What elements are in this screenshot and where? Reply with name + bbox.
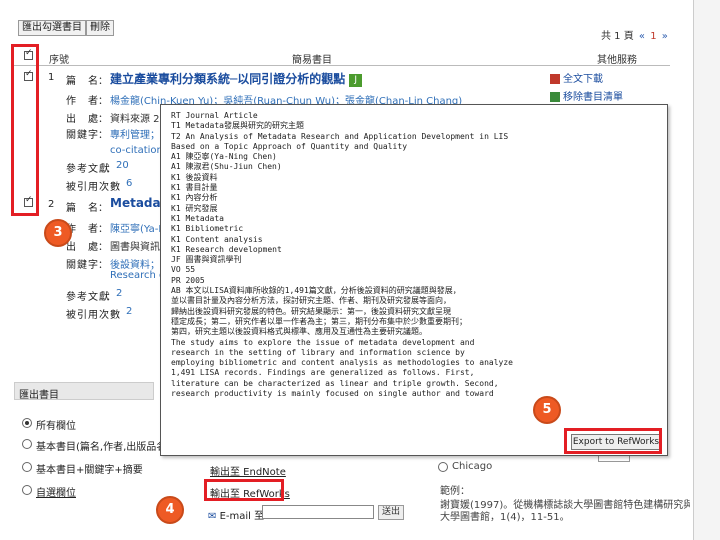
page-number-link[interactable]: 1 bbox=[650, 31, 656, 42]
popup-line: K1 Content analysis bbox=[171, 234, 263, 244]
record-1-ref-count[interactable]: 20 bbox=[116, 160, 129, 171]
radio-chicago[interactable] bbox=[438, 462, 448, 472]
popup-line: The study aims to explore the issue of m… bbox=[171, 337, 475, 347]
record-2-cited-count[interactable]: 2 bbox=[126, 306, 132, 317]
record-2-cited-label: 被引用次數 bbox=[66, 310, 121, 321]
record-2-authors[interactable]: 陳亞寧(Ya-N bbox=[110, 220, 160, 235]
prev-page-link[interactable]: « bbox=[637, 31, 647, 42]
citation-style: Chicago bbox=[452, 461, 493, 472]
popup-line: literature can be characterized as linea… bbox=[171, 378, 499, 388]
list-icon bbox=[550, 92, 560, 102]
popup-line: 第四，研究主題以後設資料格式與標準、應用及互通性為主要研究議題。 bbox=[171, 327, 427, 337]
popup-line: K1 研究發展 bbox=[171, 203, 218, 213]
popup-line: Based on a Topic Approach of Quantity an… bbox=[171, 141, 408, 151]
popup-line: AB 本文以LISA資料庫所收錄的1,491篇文獻，分析後設資料的研究議題與發展… bbox=[171, 286, 461, 296]
radio-custom-fields[interactable] bbox=[22, 485, 32, 495]
pager: 共 1 頁 « 1 » bbox=[601, 27, 670, 42]
popup-line: PR 2005 bbox=[171, 275, 205, 285]
step-5-badge: 5 bbox=[533, 396, 561, 424]
page-total: 共 1 頁 bbox=[601, 31, 634, 42]
step-3-badge: 3 bbox=[44, 219, 72, 247]
popup-line: K1 內容分析 bbox=[171, 193, 218, 203]
col-biblio: 簡易書目 bbox=[292, 55, 332, 66]
record-1-author-label: 作 者 bbox=[66, 96, 99, 107]
option-basic-keywords: 基本書目+關鍵字+摘要 bbox=[36, 465, 143, 476]
record-1-keyword-2[interactable]: co-citation； bbox=[110, 141, 160, 156]
popup-line: research productivity is mainly focused … bbox=[171, 389, 494, 399]
record-1-cited-label: 被引用次數 bbox=[66, 182, 121, 193]
popup-line: 並以書目計量及內容分析方法，探討研究主題、作者、期刊及研究發展等面向， bbox=[171, 296, 451, 306]
popup-line: 1,491 LISA records. Findings are general… bbox=[171, 368, 475, 378]
export-selected-button[interactable]: 匯出勾選書目 bbox=[18, 20, 86, 36]
step-4-badge: 4 bbox=[156, 496, 184, 524]
results-header: 序號 簡易書目 其他服務 bbox=[14, 46, 670, 66]
popup-line: 歸納出後設資料研究發展的特色。研究結果顯示：第一，後設資料研究文獻呈現 bbox=[171, 306, 451, 316]
radio-all-fields[interactable] bbox=[22, 418, 32, 428]
radio-basic-keywords[interactable] bbox=[22, 462, 32, 472]
popup-line: K1 書目計量 bbox=[171, 183, 218, 193]
record-2-title-label: 篇 名 bbox=[66, 203, 99, 214]
refworks-export-popup: RT Journal Article T1 Metadata發展與研究的研究主題 T… bbox=[160, 104, 668, 456]
email-label: ✉ E-mail 至 bbox=[208, 511, 265, 522]
mail-icon: ✉ bbox=[208, 511, 217, 522]
record-2-keyword[interactable]: 後設資料； bbox=[110, 256, 160, 271]
popup-line: employing bibliometric and content analy… bbox=[171, 358, 513, 368]
record-1-cited-count[interactable]: 6 bbox=[126, 178, 132, 189]
popup-line: A1 陳淑君(Shu-Jiun Chen) bbox=[171, 162, 282, 172]
journal-icon: J bbox=[349, 73, 363, 87]
record-1-ref-label: 參考文獻 bbox=[66, 164, 110, 175]
radio-basic-biblio[interactable] bbox=[22, 439, 32, 449]
popup-line: T2 An Analysis of Metadata Research and … bbox=[171, 131, 509, 141]
record-2-keyword-2[interactable]: Research d bbox=[110, 270, 160, 281]
option-all-fields: 所有欄位 bbox=[36, 421, 76, 432]
option-basic-biblio: 基本書目(篇名,作者,出版品名稱...) bbox=[36, 442, 160, 453]
refworks-highlight bbox=[204, 479, 284, 501]
record-2-source-label: 出 處 bbox=[66, 242, 99, 253]
scroll-gutter[interactable] bbox=[694, 0, 720, 540]
popup-line: K1 Research development bbox=[171, 244, 282, 254]
record-1-source-label: 出 處 bbox=[66, 114, 99, 125]
example-line-2: 大學圖書館，1(4)，11-51。 bbox=[440, 512, 570, 523]
record-2-keyword-label: 關鍵字 bbox=[66, 260, 99, 271]
delete-button[interactable]: 刪除 bbox=[86, 20, 114, 36]
col-seq: 序號 bbox=[49, 55, 69, 66]
popup-record-text: RT Journal Article T1 Metadata發展與研究的研究主題 T… bbox=[171, 111, 541, 441]
record-2-title[interactable]: Metadata bbox=[110, 196, 162, 210]
popup-line: VO 55 bbox=[171, 265, 196, 275]
record-2-source: 圖書與資訊學 bbox=[110, 242, 160, 253]
record-1-keyword[interactable]: 專利管理； bbox=[110, 126, 160, 141]
export-button-highlight bbox=[564, 428, 662, 454]
col-other: 其他服務 bbox=[597, 55, 637, 66]
popup-line: research in the setting of library and i… bbox=[171, 347, 465, 357]
remove-from-list-link[interactable]: 移除書目清單 bbox=[550, 88, 623, 103]
popup-line: RT Journal Article bbox=[171, 111, 258, 120]
popup-line: K1 Metadata bbox=[171, 213, 224, 223]
record-1-number: 1 bbox=[48, 72, 55, 83]
popup-line: T1 Metadata發展與研究的研究主題 bbox=[171, 121, 304, 131]
popup-line: JF 圖書與資訊學刊 bbox=[171, 255, 242, 265]
record-2-number: 2 bbox=[48, 199, 55, 210]
record-1-source: 資料來源 22 bbox=[110, 114, 165, 125]
fulltext-download-link[interactable]: 全文下載 bbox=[550, 70, 603, 85]
email-input[interactable] bbox=[262, 505, 374, 519]
next-page-link[interactable]: » bbox=[660, 31, 670, 42]
example-label: 範例： bbox=[440, 486, 470, 497]
pdf-icon bbox=[550, 74, 560, 84]
record-1-title-label: 篇 名 bbox=[66, 76, 99, 87]
option-custom-fields[interactable]: 自選欄位 bbox=[36, 484, 76, 499]
email-send-button[interactable]: 送出 bbox=[378, 505, 404, 520]
popup-line: A1 陳亞寧(Ya-Ning Chen) bbox=[171, 152, 277, 162]
record-1-keyword-label: 關鍵字 bbox=[66, 130, 99, 141]
export-endnote-link[interactable]: 輸出至 EndNote bbox=[210, 463, 286, 478]
checkbox-column-highlight bbox=[11, 44, 39, 216]
popup-line: K1 Bibliometric bbox=[171, 224, 244, 234]
record-2-ref-count[interactable]: 2 bbox=[116, 288, 122, 299]
popup-line: 穩定成長；第二，研究作者以單一作者為主；第三，期刊分布集中於少數重要期刊； bbox=[171, 316, 467, 326]
popup-line: K1 後設資料 bbox=[171, 172, 218, 182]
export-section-header: 匯出書目 bbox=[14, 382, 154, 401]
record-2-ref-label: 參考文獻 bbox=[66, 292, 110, 303]
record-1-title[interactable]: 建立產業專利分類系統─以同引證分析的觀點 J bbox=[110, 70, 375, 87]
